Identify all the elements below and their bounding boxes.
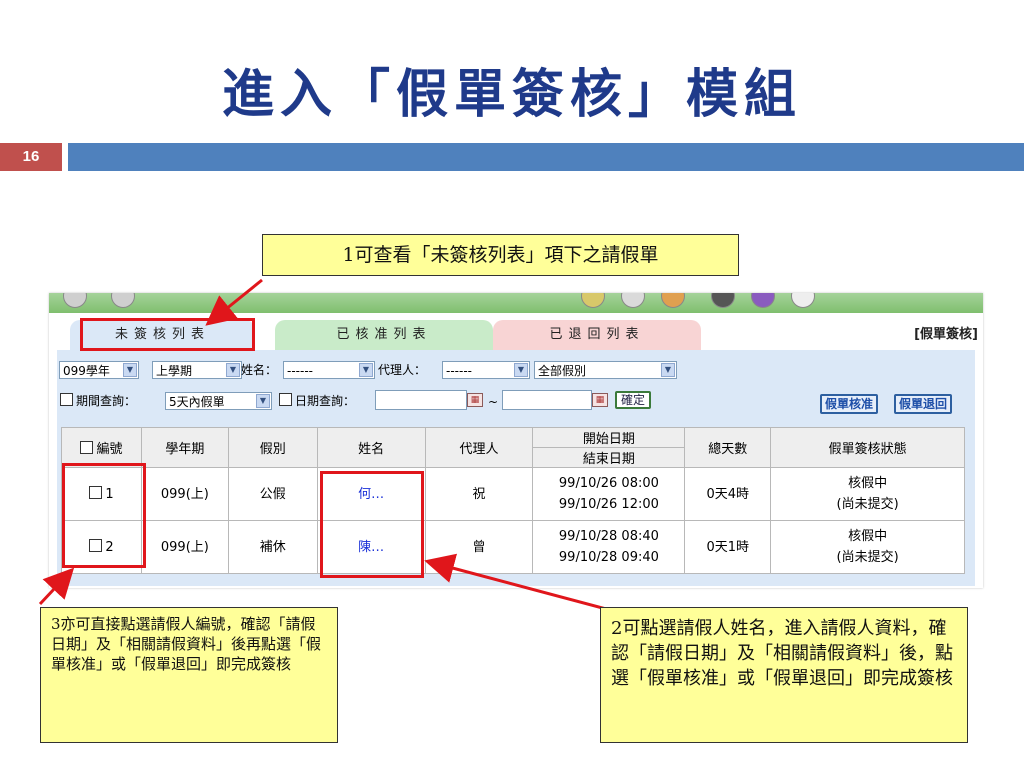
arrow-icon <box>205 278 263 326</box>
callout-2: 2可點選請假人姓名，進入請假人資料，確認「請假日期」及「相關請假資料」後，點選「… <box>600 607 968 743</box>
callout-3: 3亦可直接點選請假人編號，確認「請假日期」及「相關請假資料」後再點選「假單核准」… <box>40 607 338 743</box>
arrow-icon <box>38 567 75 606</box>
